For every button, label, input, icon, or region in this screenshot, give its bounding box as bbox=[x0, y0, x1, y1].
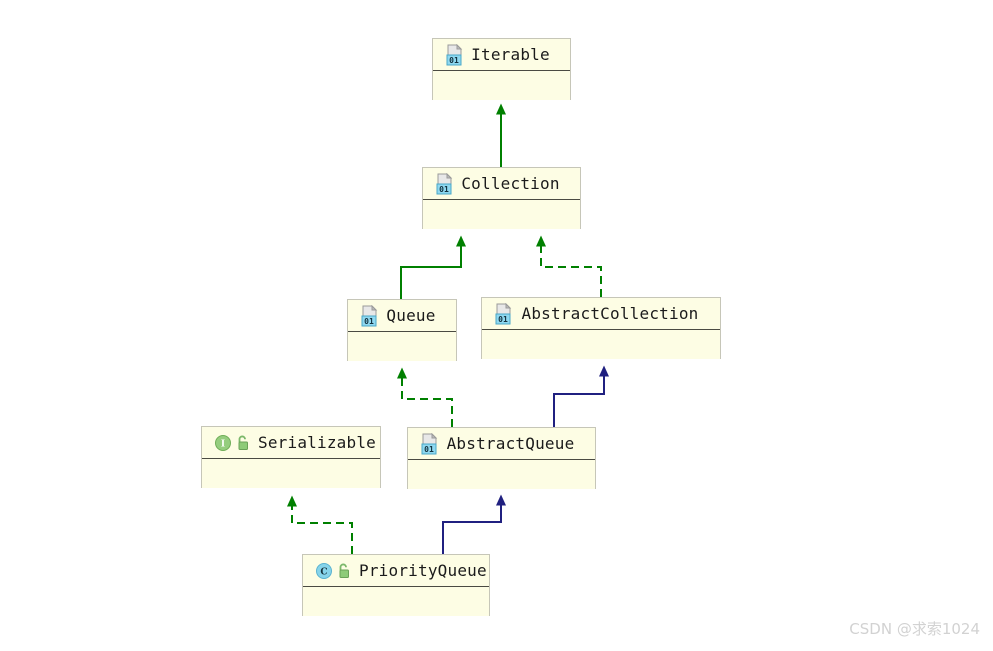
uml-node-header: C PriorityQueue bbox=[303, 555, 489, 587]
svg-text:01: 01 bbox=[498, 315, 508, 324]
uml-node-label: Serializable bbox=[258, 433, 376, 452]
uml-node-abstract-queue[interactable]: 01 AbstractQueue bbox=[407, 427, 596, 489]
uml-node-header: 01 Iterable bbox=[433, 39, 570, 71]
edge-priorityqueue-to-serializable bbox=[287, 495, 353, 554]
edge-queue-to-collection bbox=[400, 235, 466, 299]
edge-abstractqueue-to-abstractcollection bbox=[553, 365, 609, 427]
uml-node-header: I Serializable bbox=[202, 427, 380, 459]
interface-file-icon: 01 bbox=[420, 432, 440, 455]
uml-node-members bbox=[348, 332, 456, 361]
uml-node-iterable[interactable]: 01 Iterable bbox=[432, 38, 571, 100]
uml-node-label: AbstractQueue bbox=[446, 434, 575, 453]
unlocked-padlock-icon bbox=[337, 563, 351, 579]
uml-node-header: 01 Collection bbox=[423, 168, 580, 200]
svg-text:01: 01 bbox=[449, 56, 459, 65]
svg-text:01: 01 bbox=[424, 445, 434, 454]
uml-node-abstract-collection[interactable]: 01 AbstractCollection bbox=[481, 297, 721, 359]
svg-text:C: C bbox=[320, 567, 327, 577]
interface-file-icon: 01 bbox=[494, 302, 514, 325]
uml-node-members bbox=[408, 460, 595, 489]
svg-text:01: 01 bbox=[439, 185, 449, 194]
interface-file-icon: 01 bbox=[360, 304, 380, 327]
uml-node-queue[interactable]: 01 Queue bbox=[347, 299, 457, 361]
uml-node-serializable[interactable]: I Serializable bbox=[201, 426, 381, 488]
class-circle-icon: C bbox=[315, 562, 333, 580]
svg-text:01: 01 bbox=[364, 317, 374, 326]
unlocked-padlock-icon bbox=[236, 435, 250, 451]
uml-node-members bbox=[482, 330, 720, 359]
uml-node-members bbox=[433, 71, 570, 100]
edge-priorityqueue-to-abstractqueue bbox=[442, 494, 506, 554]
interface-file-icon: 01 bbox=[445, 43, 465, 66]
edge-abstractqueue-to-queue bbox=[397, 367, 453, 427]
watermark-text: CSDN @求索1024 bbox=[849, 620, 980, 638]
uml-node-members bbox=[303, 587, 489, 616]
uml-node-members bbox=[423, 200, 580, 229]
uml-node-priority-queue[interactable]: C PriorityQueue bbox=[302, 554, 490, 616]
edge-abstractcollection-to-collection bbox=[536, 235, 602, 297]
uml-node-label: Collection bbox=[461, 174, 560, 193]
interface-file-icon: 01 bbox=[435, 172, 455, 195]
uml-diagram-canvas: 01 Iterable 01 Collection 01 Queue 01 Ab… bbox=[0, 0, 993, 651]
interface-circle-icon: I bbox=[214, 434, 232, 452]
uml-node-label: Iterable bbox=[471, 45, 550, 64]
uml-node-members bbox=[202, 459, 380, 488]
uml-node-header: 01 AbstractQueue bbox=[408, 428, 595, 460]
svg-text:I: I bbox=[221, 439, 225, 449]
uml-node-header: 01 Queue bbox=[348, 300, 456, 332]
uml-node-label: PriorityQueue bbox=[359, 561, 487, 580]
uml-node-label: Queue bbox=[386, 306, 436, 325]
uml-node-collection[interactable]: 01 Collection bbox=[422, 167, 581, 229]
uml-node-label: AbstractCollection bbox=[521, 304, 699, 323]
uml-node-header: 01 AbstractCollection bbox=[482, 298, 720, 330]
